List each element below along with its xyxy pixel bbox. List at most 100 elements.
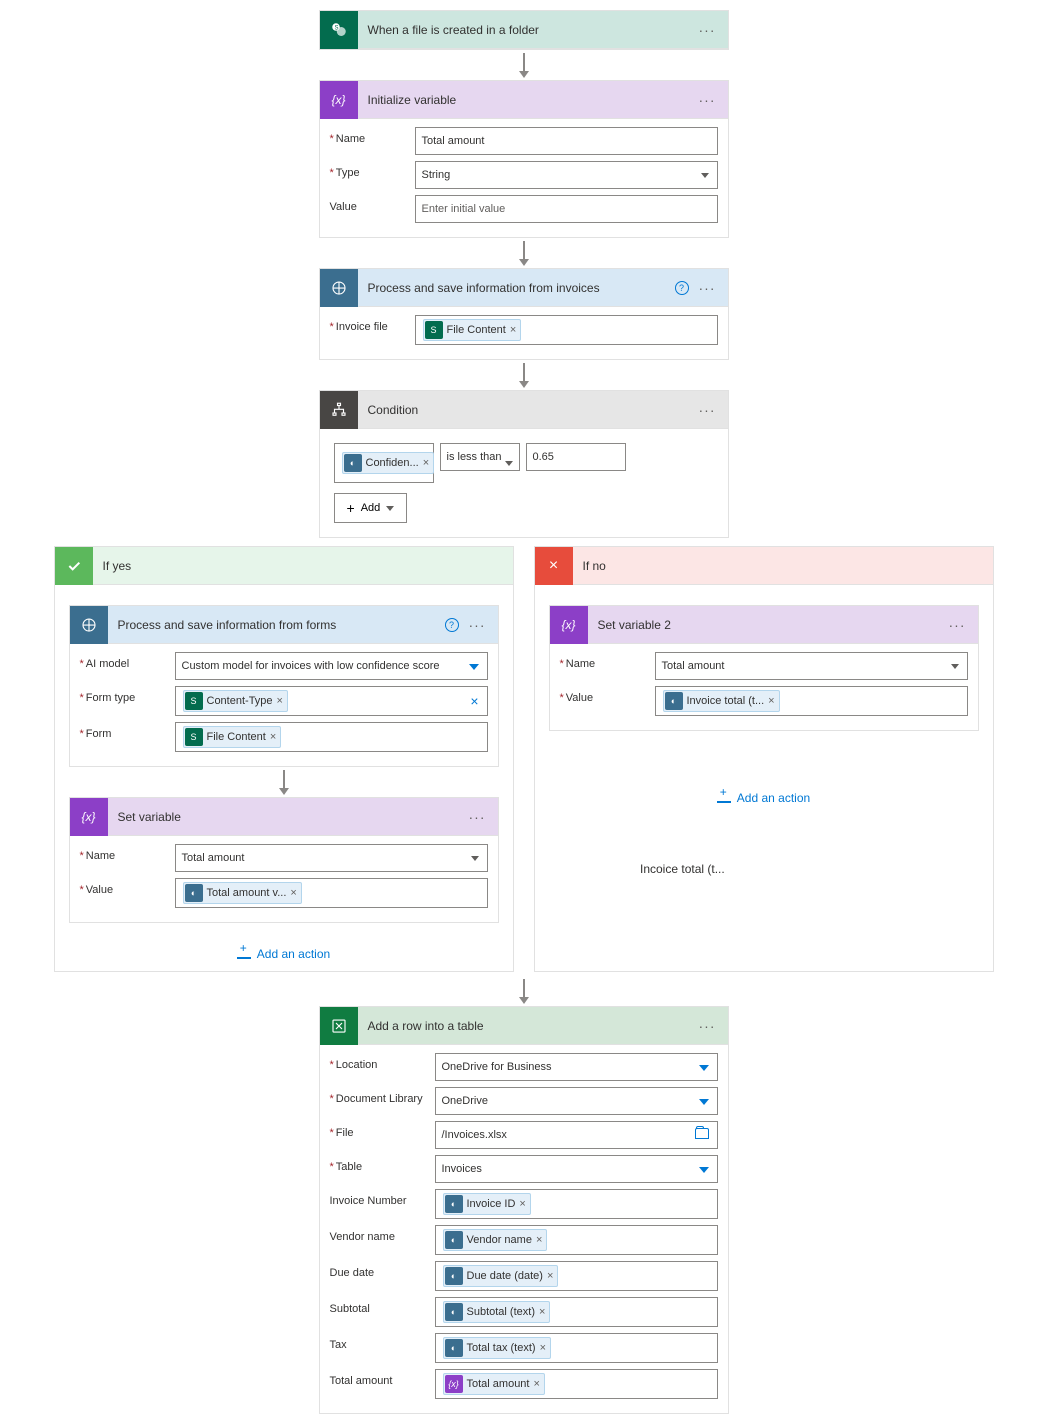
tax-input[interactable]: ◐Total tax (text)×: [435, 1333, 718, 1363]
remove-token-icon[interactable]: ×: [519, 1198, 525, 1210]
sharepoint-token-icon: S: [185, 728, 203, 746]
remove-token-icon[interactable]: ×: [540, 1342, 546, 1354]
card-header[interactable]: {x} Set variable ···: [70, 798, 498, 836]
add-action-button[interactable]: Add an action: [237, 947, 330, 961]
invoice-id-token[interactable]: ◐Invoice ID×: [443, 1193, 531, 1215]
confidence-token[interactable]: ◐ Confiden... ×: [342, 452, 435, 474]
remove-token-icon[interactable]: ×: [547, 1270, 553, 1282]
process-invoices-card: Process and save information from invoic…: [319, 268, 729, 360]
value-input[interactable]: ◐ Total amount v... ×: [175, 878, 488, 908]
condition-left-input[interactable]: ◐ Confiden... ×: [334, 443, 434, 483]
content-type-token[interactable]: S Content-Type ×: [183, 690, 288, 712]
table-select[interactable]: Invoices: [435, 1155, 718, 1183]
orphan-label: Incoice total (t...: [640, 862, 725, 876]
subtotal-input[interactable]: ◐Subtotal (text)×: [435, 1297, 718, 1327]
value-input[interactable]: Enter initial value: [415, 195, 718, 223]
more-icon[interactable]: ···: [949, 617, 966, 633]
trigger-card[interactable]: S When a file is created in a folder ···: [319, 10, 729, 50]
invoice-number-input[interactable]: ◐Invoice ID×: [435, 1189, 718, 1219]
file-input[interactable]: /Invoices.xlsx: [435, 1121, 718, 1149]
card-title: Set variable: [108, 810, 469, 824]
more-icon[interactable]: ···: [699, 280, 716, 296]
remove-token-icon[interactable]: ×: [510, 324, 516, 336]
remove-token-icon[interactable]: ×: [536, 1234, 542, 1246]
more-icon[interactable]: ···: [699, 402, 716, 418]
name-select[interactable]: Total amount: [175, 844, 488, 872]
init-variable-card: {x} Initialize variable ··· *Name Total …: [319, 80, 729, 238]
invoice-file-input[interactable]: S File Content ×: [415, 315, 718, 345]
arrow-connector: [519, 976, 529, 1006]
ai-token-icon: ◐: [185, 884, 203, 902]
arrow-connector: [519, 50, 529, 80]
condition-operator-select[interactable]: is less than: [440, 443, 520, 471]
due-date-input[interactable]: ◐Due date (date)×: [435, 1261, 718, 1291]
field-label: *Invoice file: [330, 315, 415, 333]
vendor-name-token[interactable]: ◐Vendor name×: [443, 1229, 548, 1251]
subtotal-token[interactable]: ◐Subtotal (text)×: [443, 1301, 551, 1323]
remove-token-icon[interactable]: ×: [539, 1306, 545, 1318]
help-icon[interactable]: ?: [675, 281, 689, 295]
field-label: *Value: [560, 686, 655, 704]
sharepoint-icon: S: [320, 11, 358, 49]
invoice-total-token[interactable]: ◐ Invoice total (t... ×: [663, 690, 780, 712]
form-type-input[interactable]: S Content-Type × ×: [175, 686, 488, 716]
remove-token-icon[interactable]: ×: [423, 457, 429, 469]
set-variable-2-card: {x} Set variable 2 ··· *Name Total amoun…: [549, 605, 979, 731]
card-header[interactable]: {x} Initialize variable ···: [320, 81, 728, 119]
trigger-title: When a file is created in a folder: [358, 23, 699, 37]
file-content-token[interactable]: S File Content ×: [183, 726, 282, 748]
remove-token-icon[interactable]: ×: [768, 695, 774, 707]
more-icon[interactable]: ···: [469, 617, 486, 633]
total-amount-token[interactable]: ◐ Total amount v... ×: [183, 882, 302, 904]
variable-icon: {x}: [550, 606, 588, 644]
more-icon[interactable]: ···: [699, 22, 716, 38]
type-select[interactable]: String: [415, 161, 718, 189]
file-content-token[interactable]: S File Content ×: [423, 319, 522, 341]
help-icon[interactable]: ?: [445, 618, 459, 632]
remove-token-icon[interactable]: ×: [290, 887, 296, 899]
add-action-icon: [237, 949, 251, 959]
remove-token-icon[interactable]: ×: [277, 695, 283, 707]
arrow-connector: [519, 360, 529, 390]
folder-icon[interactable]: [695, 1128, 709, 1139]
ai-model-select[interactable]: Custom model for invoices with low confi…: [175, 652, 488, 680]
add-condition-button[interactable]: +Add: [334, 493, 408, 523]
document-library-select[interactable]: OneDrive: [435, 1087, 718, 1115]
remove-token-icon[interactable]: ×: [533, 1378, 539, 1390]
sharepoint-token-icon: S: [425, 321, 443, 339]
total-amount-var-token[interactable]: {x}Total amount×: [443, 1373, 545, 1395]
due-date-token[interactable]: ◐Due date (date)×: [443, 1265, 559, 1287]
field-label: *Table: [330, 1155, 435, 1173]
card-header[interactable]: Process and save information from invoic…: [320, 269, 728, 307]
add-action-button[interactable]: Add an action: [717, 791, 810, 805]
condition-value-input[interactable]: 0.65: [526, 443, 626, 471]
location-select[interactable]: OneDrive for Business: [435, 1053, 718, 1081]
total-amount-input[interactable]: {x}Total amount×: [435, 1369, 718, 1399]
field-label: Due date: [330, 1261, 435, 1279]
form-input[interactable]: S File Content ×: [175, 722, 488, 752]
branch-title: If no: [573, 559, 606, 573]
card-header[interactable]: Add a row into a table ···: [320, 1007, 728, 1045]
field-label: Value: [330, 195, 415, 213]
card-header[interactable]: Condition ···: [320, 391, 728, 429]
value-input[interactable]: ◐ Invoice total (t... ×: [655, 686, 968, 716]
excel-icon: [320, 1007, 358, 1045]
name-input[interactable]: Total amount: [415, 127, 718, 155]
name-select[interactable]: Total amount: [655, 652, 968, 680]
card-header[interactable]: Process and save information from forms …: [70, 606, 498, 644]
vendor-name-input[interactable]: ◐Vendor name×: [435, 1225, 718, 1255]
ai-builder-icon: [70, 606, 108, 644]
card-header[interactable]: {x} Set variable 2 ···: [550, 606, 978, 644]
variable-icon: {x}: [320, 81, 358, 119]
card-title: Condition: [358, 403, 699, 417]
field-label: *Name: [80, 844, 175, 862]
field-label: *File: [330, 1121, 435, 1139]
add-row-card: Add a row into a table ··· *Location One…: [319, 1006, 729, 1414]
more-icon[interactable]: ···: [699, 92, 716, 108]
remove-token-icon[interactable]: ×: [270, 731, 276, 743]
more-icon[interactable]: ···: [469, 809, 486, 825]
more-icon[interactable]: ···: [699, 1018, 716, 1034]
ai-token-icon: ◐: [665, 692, 683, 710]
tax-token[interactable]: ◐Total tax (text)×: [443, 1337, 552, 1359]
clear-icon[interactable]: ×: [470, 693, 478, 709]
